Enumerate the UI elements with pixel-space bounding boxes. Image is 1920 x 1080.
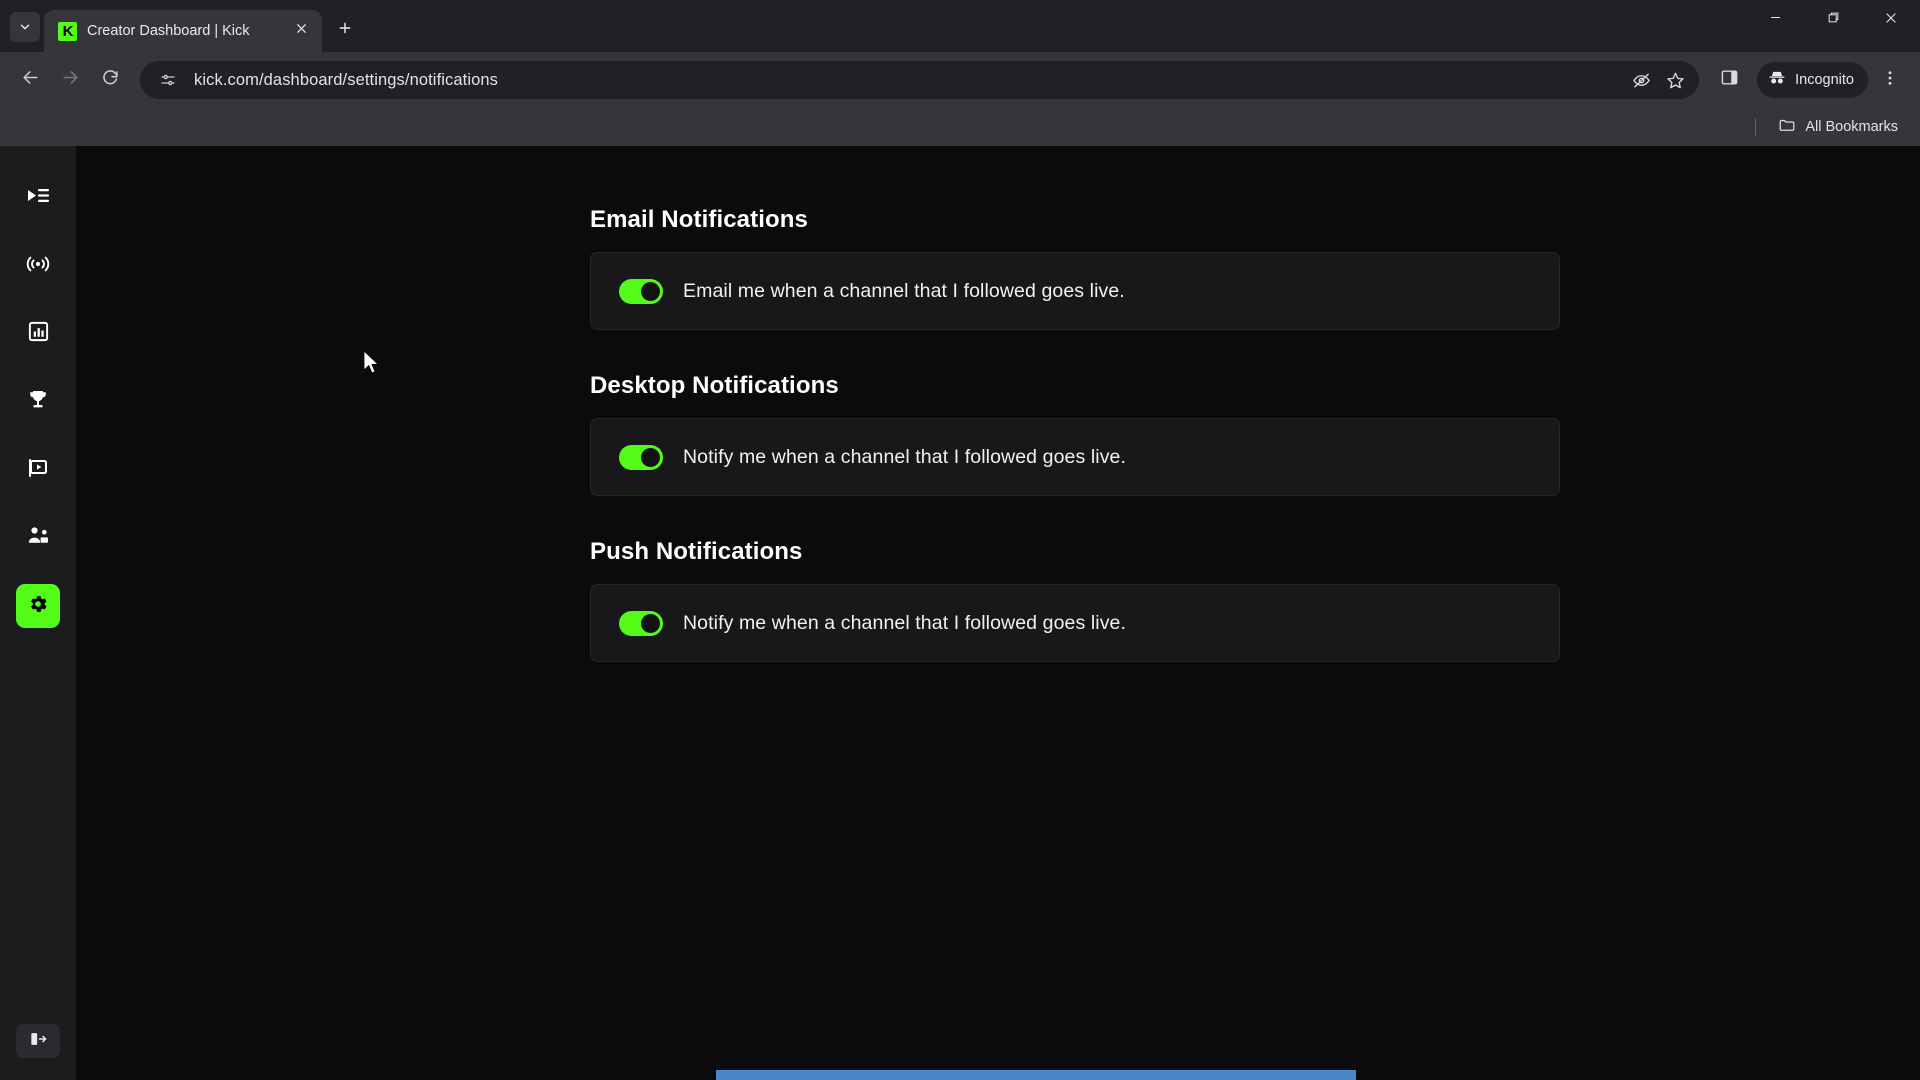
sidebar-collapse-button[interactable]: [16, 1024, 60, 1058]
setting-row: Notify me when a channel that I followed…: [590, 418, 1560, 496]
sidebar-item-stream-queue[interactable]: [16, 176, 60, 220]
forward-arrow-icon: [61, 68, 80, 92]
tab-title: Creator Dashboard | Kick: [87, 23, 250, 39]
incognito-indicator[interactable]: Incognito: [1757, 62, 1868, 98]
window-minimize-button[interactable]: [1746, 0, 1804, 40]
desktop-live-toggle[interactable]: [619, 444, 663, 470]
users-icon: [26, 524, 50, 553]
browser-window: K Creator Dashboard | Kick kick.com/dash…: [0, 0, 1920, 1080]
browser-toolbar: kick.com/dashboard/settings/notification…: [0, 52, 1920, 108]
browser-tab[interactable]: K Creator Dashboard | Kick: [44, 10, 322, 52]
site-settings-icon[interactable]: [152, 64, 184, 96]
side-panel-icon: [1720, 68, 1739, 92]
incognito-label: Incognito: [1795, 72, 1854, 88]
email-live-toggle[interactable]: [619, 278, 663, 304]
section-title: Push Notifications: [590, 538, 803, 565]
setting-row: Email me when a channel that I followed …: [590, 252, 1560, 330]
playlist-play-icon: [26, 184, 50, 213]
sidebar-item-community[interactable]: [16, 516, 60, 560]
chevron-down-icon: [18, 20, 32, 34]
star-icon[interactable]: [1659, 64, 1691, 96]
all-bookmarks-button[interactable]: All Bookmarks: [1770, 111, 1906, 144]
reload-button[interactable]: [92, 62, 128, 98]
setting-row: Notify me when a channel that I followed…: [590, 584, 1560, 662]
section-title: Email Notifications: [590, 206, 808, 233]
three-dot-menu-icon: [1881, 69, 1899, 92]
setting-row-label: Email me when a channel that I followed …: [683, 279, 1125, 302]
window-close-button[interactable]: [1862, 0, 1920, 40]
settings-section-email: Email Notifications Email me when a chan…: [76, 206, 1920, 330]
bookmarks-bar: All Bookmarks: [0, 108, 1920, 146]
settings-section-push: Push Notifications Notify me when a chan…: [76, 538, 1920, 662]
back-arrow-icon: [21, 68, 40, 92]
forward-button[interactable]: [52, 62, 88, 98]
sidebar-item-achievements[interactable]: [16, 380, 60, 424]
back-button[interactable]: [12, 62, 48, 98]
push-live-toggle[interactable]: [619, 610, 663, 636]
restore-icon: [1827, 11, 1840, 29]
all-bookmarks-label: All Bookmarks: [1805, 119, 1898, 135]
bar-chart-icon: [27, 320, 50, 348]
notifications-settings: Email Notifications Email me when a chan…: [76, 146, 1920, 662]
toggle-knob: [641, 447, 660, 467]
sidebar-item-analytics[interactable]: [16, 312, 60, 356]
tab-close-button[interactable]: [290, 20, 312, 42]
setting-row-label: Notify me when a channel that I followed…: [683, 611, 1127, 634]
toggle-knob: [641, 281, 660, 301]
video-clip-icon: [26, 456, 50, 485]
sidebar-item-live-stream[interactable]: [16, 244, 60, 288]
window-restore-button[interactable]: [1804, 0, 1862, 40]
kick-favicon: K: [58, 21, 77, 41]
settings-section-desktop: Desktop Notifications Notify me when a c…: [76, 372, 1920, 496]
trophy-icon: [26, 388, 50, 417]
tab-search-button[interactable]: [10, 12, 40, 42]
browser-menu-button[interactable]: [1872, 62, 1908, 98]
url-text: kick.com/dashboard/settings/notification…: [194, 70, 498, 89]
close-icon: [1884, 11, 1898, 30]
sidebar-item-settings[interactable]: [16, 584, 60, 628]
minimize-icon: [1769, 11, 1782, 29]
new-tab-button[interactable]: [328, 13, 362, 47]
settings-content: Email Notifications Email me when a chan…: [76, 146, 1920, 1080]
gear-icon: [27, 593, 49, 620]
folder-icon: [1778, 116, 1796, 139]
toggle-knob: [641, 613, 660, 633]
section-title: Desktop Notifications: [590, 372, 839, 399]
broadcast-icon: [26, 252, 50, 281]
collapse-sidebar-icon: [28, 1029, 48, 1054]
tab-strip: K Creator Dashboard | Kick: [0, 0, 1920, 52]
sidebar-item-clips[interactable]: [16, 448, 60, 492]
address-bar[interactable]: kick.com/dashboard/settings/notification…: [140, 61, 1700, 99]
favicon-letter: K: [62, 22, 74, 40]
close-icon: [295, 22, 308, 40]
bookmarks-divider: [1755, 118, 1757, 136]
side-panel-button[interactable]: [1711, 62, 1747, 98]
reload-icon: [101, 68, 120, 92]
eye-slash-icon[interactable]: [1625, 64, 1657, 96]
incognito-hat-icon: [1767, 68, 1787, 93]
window-controls: [1746, 0, 1920, 52]
dashboard-sidebar: [0, 146, 76, 1080]
plus-icon: [337, 20, 353, 41]
page-body: Email Notifications Email me when a chan…: [0, 146, 1920, 1080]
omnibox-actions: [1625, 64, 1691, 96]
page-bottom-bar: [716, 1070, 1356, 1080]
setting-row-label: Notify me when a channel that I followed…: [683, 445, 1127, 468]
